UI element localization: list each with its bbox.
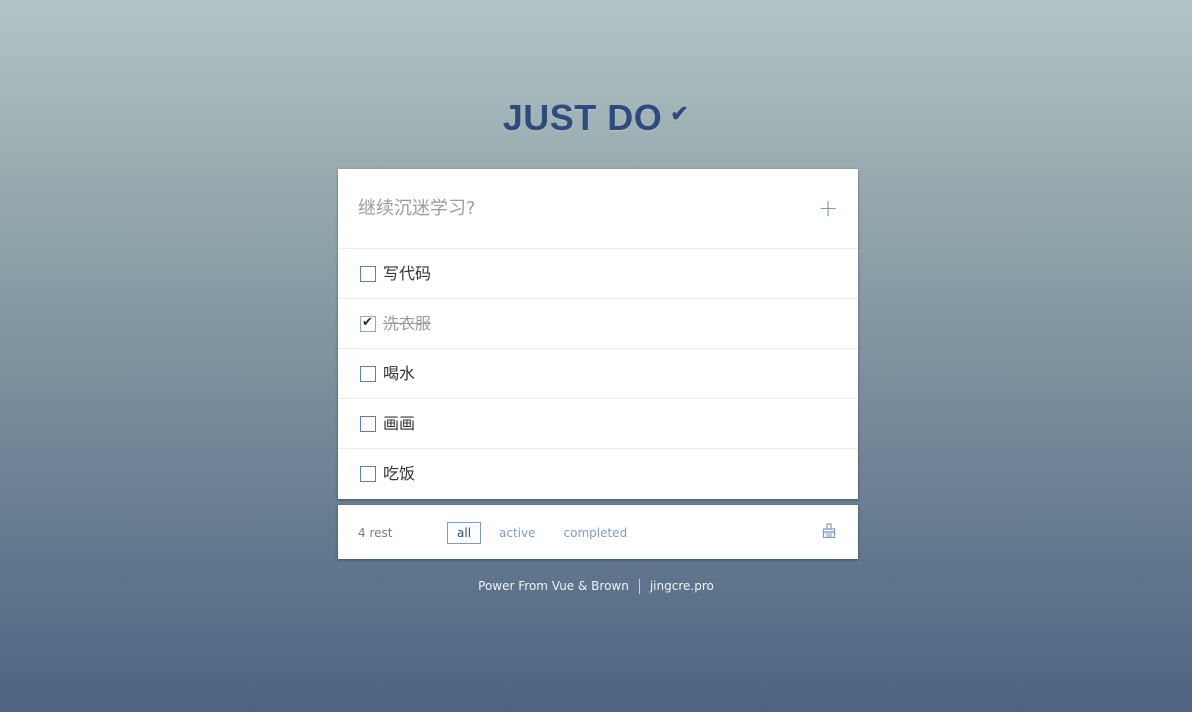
clear-completed-button[interactable] — [822, 523, 836, 539]
broom-icon — [822, 523, 836, 539]
todo-checkbox[interactable] — [360, 416, 376, 432]
todo-item: 画画 — [338, 399, 858, 449]
todo-card: + 写代码 ✔ 洗衣服 喝水 画画 吃饭 — [338, 169, 858, 499]
checkmark-icon: ✔ — [362, 315, 373, 330]
todo-checkbox[interactable] — [360, 266, 376, 282]
todo-item: 喝水 — [338, 349, 858, 399]
filter-group: all active completed — [447, 522, 645, 544]
credits: Power From Vue & Brown jingcre.pro — [0, 578, 1192, 594]
credits-power: Power From Vue & Brown — [478, 579, 629, 593]
app-title-text: JUST DO — [502, 97, 663, 138]
todo-checkbox-checked[interactable]: ✔ — [360, 315, 376, 332]
todo-text[interactable]: 吃饭 — [383, 463, 415, 485]
todo-item: ✔ 洗衣服 — [338, 299, 858, 349]
todo-footer: 4 rest all active completed — [338, 505, 858, 559]
todo-text[interactable]: 写代码 — [383, 263, 431, 285]
todo-checkbox[interactable] — [360, 366, 376, 382]
app-title: JUST DO ✔ — [0, 96, 1192, 140]
todo-text[interactable]: 画画 — [383, 413, 415, 435]
todo-list: 写代码 ✔ 洗衣服 喝水 画画 吃饭 — [338, 249, 858, 498]
todo-item: 写代码 — [338, 249, 858, 299]
todo-text[interactable]: 喝水 — [383, 363, 415, 385]
todo-checkbox[interactable] — [360, 466, 376, 482]
new-todo-row: + — [338, 169, 858, 249]
rest-count: 4 rest — [358, 526, 393, 540]
filter-all[interactable]: all — [447, 522, 482, 544]
todo-text[interactable]: 洗衣服 — [383, 313, 431, 335]
add-todo-button[interactable]: + — [818, 193, 838, 223]
credits-site-link[interactable]: jingcre.pro — [650, 579, 714, 593]
credits-divider — [638, 579, 640, 594]
plus-icon: + — [818, 194, 839, 222]
todo-item: 吃饭 — [338, 449, 858, 498]
new-todo-input[interactable] — [358, 193, 798, 223]
filter-completed[interactable]: completed — [554, 522, 638, 544]
filter-active[interactable]: active — [489, 522, 545, 544]
check-icon: ✔ — [670, 101, 690, 126]
